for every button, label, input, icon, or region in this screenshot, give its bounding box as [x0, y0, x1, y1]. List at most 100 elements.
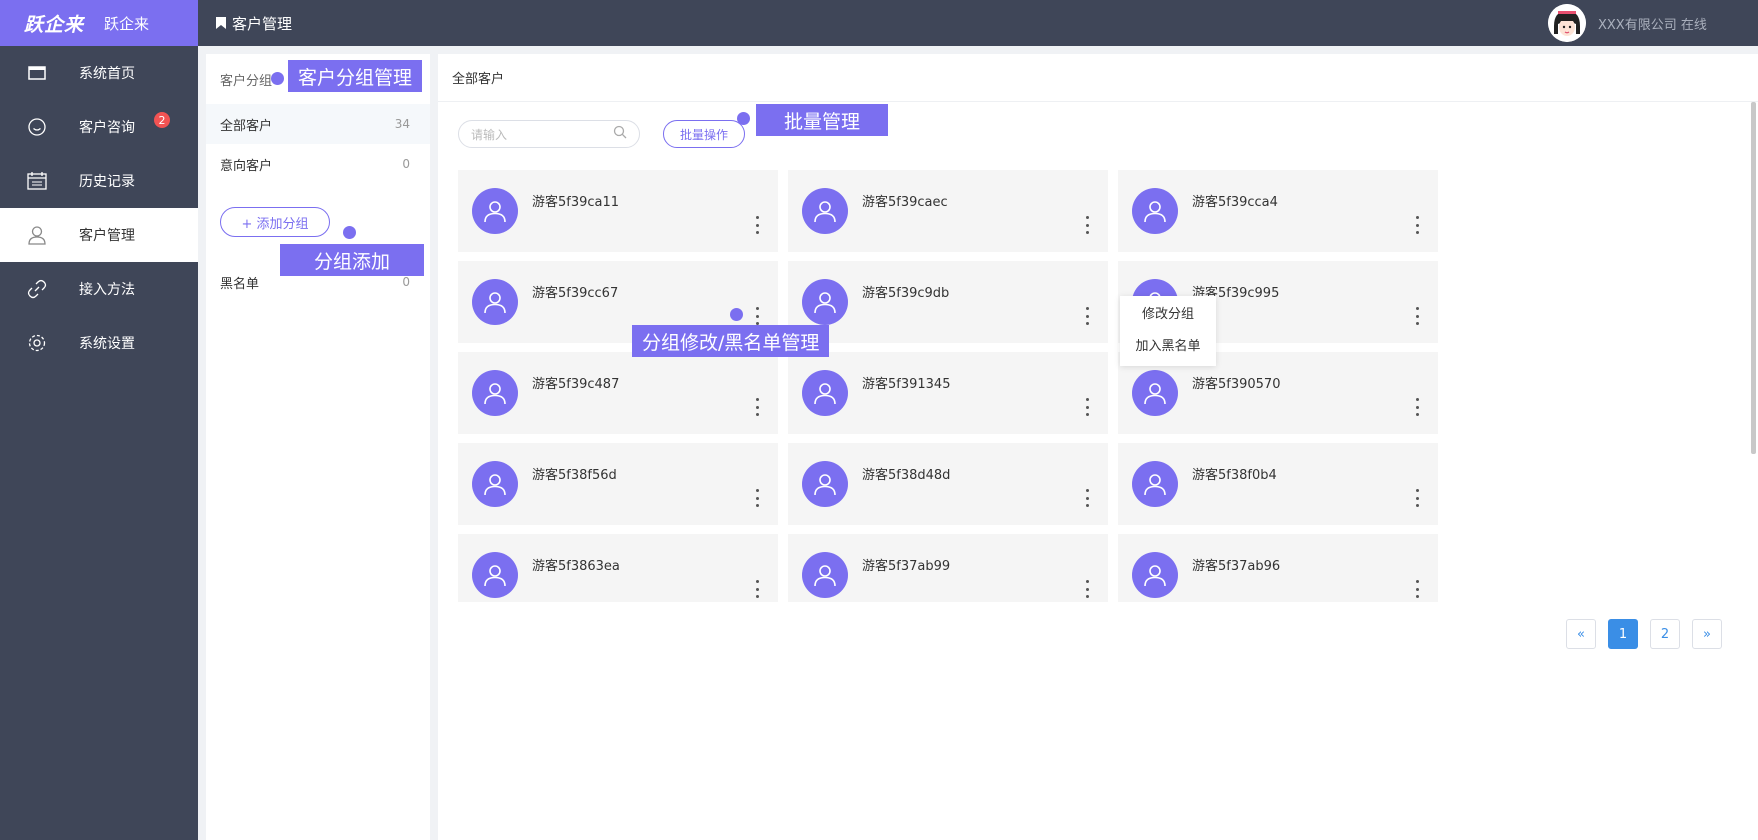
customer-avatar-icon: [472, 552, 518, 598]
sidebar: 跃企来 跃企来 系统首页 客户咨询 2 历史记录 客户管理 接入方法 系统设置: [0, 0, 198, 840]
unread-badge: 2: [154, 112, 170, 128]
more-vertical-icon[interactable]: [1084, 580, 1090, 598]
customer-avatar-icon: [472, 370, 518, 416]
customer-card[interactable]: 游客5f37ab96: [1118, 534, 1438, 602]
customer-card[interactable]: 游客5f39caec: [788, 170, 1108, 252]
customer-card[interactable]: 游客5f391345: [788, 352, 1108, 434]
customer-card[interactable]: 游客5f38f56d: [458, 443, 778, 525]
pager-prev[interactable]: «: [1566, 619, 1596, 649]
annotation-group-manage: 客户分组管理: [288, 60, 423, 92]
customer-avatar-icon: [1132, 370, 1178, 416]
more-vertical-icon[interactable]: [754, 216, 760, 234]
sidebar-item-customers[interactable]: 客户管理: [0, 208, 198, 262]
customer-card[interactable]: 游客5f3863ea: [458, 534, 778, 602]
annotation-dot: [730, 308, 743, 321]
more-vertical-icon[interactable]: [754, 398, 760, 416]
logo-mark: 跃企来: [24, 13, 85, 36]
more-vertical-icon[interactable]: [1414, 580, 1420, 598]
customer-name: 游客5f39cca4: [1192, 195, 1278, 210]
more-vertical-icon[interactable]: [1084, 489, 1090, 507]
search-icon[interactable]: [613, 125, 627, 143]
annotation-dot: [737, 112, 750, 125]
annotation-group-add: 分组添加: [280, 244, 424, 276]
customer-avatar-icon: [1132, 461, 1178, 507]
window-icon: [26, 62, 48, 84]
top-header: 客户管理 XXX有限公司 在线: [198, 0, 1758, 46]
sidebar-item-label: 系统设置: [79, 336, 135, 352]
sidebar-item-settings[interactable]: 系统设置: [0, 316, 198, 370]
customer-card[interactable]: 游客5f38f0b4: [1118, 443, 1438, 525]
more-vertical-icon[interactable]: [1084, 307, 1090, 325]
customer-card[interactable]: 游客5f39cca4: [1118, 170, 1438, 252]
customer-name: 游客5f38f56d: [532, 468, 617, 483]
customer-avatar-icon: [472, 461, 518, 507]
group-count: 34: [394, 117, 410, 131]
group-count: 0: [402, 275, 410, 289]
link-icon: [26, 278, 48, 300]
customer-card[interactable]: 游客5f39c9db: [788, 261, 1108, 343]
customer-avatar-icon: [802, 461, 848, 507]
sidebar-item-label: 接入方法: [79, 282, 135, 298]
group-label: 黑名单: [220, 276, 260, 292]
annotation-group-edit-blacklist: 分组修改/黑名单管理: [632, 325, 830, 357]
search-input[interactable]: 请输入: [458, 120, 640, 148]
customer-name: 游客5f391345: [862, 377, 951, 392]
customer-name: 游客5f3863ea: [532, 559, 620, 574]
sidebar-item-access[interactable]: 接入方法: [0, 262, 198, 316]
annotation-batch-manage: 批量管理: [756, 104, 888, 136]
menu-item-edit-group[interactable]: 修改分组: [1120, 296, 1216, 328]
more-vertical-icon[interactable]: [1414, 489, 1420, 507]
pager-next[interactable]: »: [1692, 619, 1722, 649]
customer-name: 游客5f39caec: [862, 195, 948, 210]
more-vertical-icon[interactable]: [1414, 307, 1420, 325]
brand-logo: 跃企来 跃企来: [0, 0, 198, 46]
smiley-icon: [26, 116, 48, 138]
more-vertical-icon[interactable]: [754, 307, 760, 325]
sidebar-item-label: 客户咨询: [79, 120, 135, 136]
customer-name: 游客5f37ab99: [862, 559, 951, 574]
customer-name: 游客5f39c487: [532, 377, 620, 392]
batch-operation-button[interactable]: 批量操作: [663, 120, 745, 148]
more-vertical-icon[interactable]: [1414, 398, 1420, 416]
group-item-intent[interactable]: 意向客户 0: [206, 144, 430, 184]
customer-name: 游客5f38f0b4: [1192, 468, 1277, 483]
customer-context-menu: 修改分组 加入黑名单: [1120, 296, 1216, 366]
menu-item-add-blacklist[interactable]: 加入黑名单: [1120, 328, 1216, 360]
customer-card[interactable]: 游客5f37ab99: [788, 534, 1108, 602]
search-placeholder: 请输入: [471, 127, 508, 142]
customer-card[interactable]: 游客5f39c487: [458, 352, 778, 434]
customer-avatar-icon: [802, 370, 848, 416]
pager-page-1[interactable]: 1: [1608, 619, 1638, 649]
customer-card[interactable]: 游客5f38d48d: [788, 443, 1108, 525]
user-avatar[interactable]: [1548, 4, 1586, 42]
sidebar-item-consult[interactable]: 客户咨询 2: [0, 100, 198, 154]
customer-avatar-icon: [472, 188, 518, 234]
customer-grid: 游客5f39ca11 游客5f39caec 游客5f39cca4 游客5f39cc67…: [458, 170, 1438, 602]
brand-name: 跃企来: [104, 14, 150, 33]
pager-page-2[interactable]: 2: [1650, 619, 1680, 649]
customer-name: 游客5f39c9db: [862, 286, 950, 301]
sidebar-item-history[interactable]: 历史记录: [0, 154, 198, 208]
group-item-all[interactable]: 全部客户 34: [206, 104, 430, 144]
list-title: 全部客户: [438, 54, 1758, 102]
user-icon: [26, 224, 48, 246]
add-group-button[interactable]: + 添加分组: [220, 207, 330, 237]
group-label: 意向客户: [220, 158, 273, 174]
annotation-dot: [271, 72, 284, 85]
sidebar-item-label: 系统首页: [79, 66, 135, 82]
more-vertical-icon[interactable]: [1084, 398, 1090, 416]
more-vertical-icon[interactable]: [1414, 216, 1420, 234]
more-vertical-icon[interactable]: [1084, 216, 1090, 234]
sidebar-item-home[interactable]: 系统首页: [0, 46, 198, 100]
customer-name: 游客5f390570: [1192, 377, 1281, 392]
sidebar-item-label: 客户管理: [79, 228, 135, 244]
customer-avatar-icon: [1132, 188, 1178, 234]
customer-card[interactable]: 游客5f39ca11: [458, 170, 778, 252]
customer-avatar-icon: [1132, 552, 1178, 598]
company-status: XXX有限公司 在线: [1598, 18, 1707, 33]
customer-name: 游客5f39cc67: [532, 286, 619, 301]
scrollbar[interactable]: [1751, 102, 1756, 454]
more-vertical-icon[interactable]: [754, 489, 760, 507]
calendar-icon: [26, 170, 48, 192]
more-vertical-icon[interactable]: [754, 580, 760, 598]
